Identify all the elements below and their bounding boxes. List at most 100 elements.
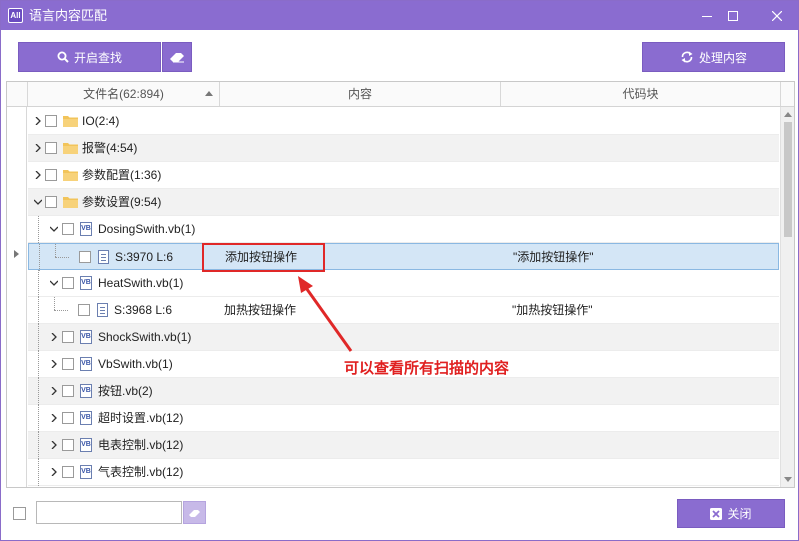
row-indicator-column [7, 107, 27, 487]
column-header-filename[interactable]: 文件名(62:894) [28, 82, 220, 106]
table-row[interactable]: VB 电表控制.vb(12) [28, 432, 779, 459]
table-row-selected[interactable]: S:3970 L:6 添加按钮操作 "添加按钮操作" [28, 243, 779, 271]
maximize-icon [728, 10, 738, 21]
window-title: 语言内容匹配 [29, 8, 108, 23]
row-name: IO(2:4) [82, 114, 120, 128]
column-header-codeblock-label: 代码块 [622, 87, 659, 101]
grid-header: 文件名(62:894) 内容 代码块 [7, 82, 794, 107]
row-checkbox[interactable] [62, 385, 74, 397]
chevron-right-icon[interactable] [50, 387, 58, 395]
process-content-button[interactable]: 处理内容 [642, 42, 785, 72]
chevron-right-icon[interactable] [34, 144, 42, 152]
row-checkbox[interactable] [62, 223, 74, 235]
tree-line [38, 378, 39, 405]
code-block-icon [97, 303, 108, 317]
row-checkbox[interactable] [62, 277, 74, 289]
maximize-button[interactable] [715, 1, 751, 30]
folder-icon [63, 116, 78, 127]
eraser-icon [170, 53, 184, 63]
row-name: 报警(4:54) [82, 141, 138, 155]
row-name: ShockSwith.vb(1) [98, 330, 192, 344]
chevron-right-icon[interactable] [50, 360, 58, 368]
chevron-down-icon[interactable] [50, 225, 58, 233]
row-checkbox[interactable] [45, 142, 57, 154]
minimize-icon [702, 15, 712, 17]
eraser-icon [189, 509, 200, 517]
chevron-down-icon[interactable] [50, 279, 58, 287]
scroll-thumb[interactable] [784, 122, 792, 237]
tree-line [38, 459, 39, 486]
row-checkbox[interactable] [62, 331, 74, 343]
scroll-up-icon[interactable] [784, 112, 792, 117]
row-checkbox[interactable] [45, 169, 57, 181]
row-name: 电表控制.vb(12) [98, 438, 184, 452]
close-window-button[interactable] [759, 1, 795, 30]
row-checkbox[interactable] [78, 304, 90, 316]
annotation-text: 可以查看所有扫描的内容 [344, 360, 510, 377]
row-checkbox[interactable] [62, 412, 74, 424]
close-button[interactable]: 关闭 [677, 499, 785, 528]
row-name: 按钮.vb(2) [98, 384, 153, 398]
table-row[interactable]: VB 气表控制.vb(12) [28, 459, 779, 486]
close-button-label: 关闭 [727, 507, 752, 521]
start-search-button[interactable]: 开启查找 [18, 42, 161, 72]
row-name: S:3968 L:6 [114, 303, 173, 317]
folder-icon [63, 170, 78, 181]
row-checkbox[interactable] [62, 439, 74, 451]
chevron-right-icon[interactable] [34, 171, 42, 179]
table-row[interactable]: 参数配置(1:36) [28, 162, 779, 189]
vb-file-icon: VB [80, 276, 92, 290]
grid-rows: IO(2:4) 报警(4:54) 参数配置(1:36) 参数设置(9:54) V… [28, 108, 779, 487]
vb-file-icon: VB [80, 465, 92, 479]
title-bar[interactable]: All 语言内容匹配 [1, 1, 798, 30]
table-row[interactable]: IO(2:4) [28, 108, 779, 135]
result-grid: 文件名(62:894) 内容 代码块 IO(2:4) 报警(4:54) 参数配置… [6, 81, 795, 488]
tree-line [38, 432, 39, 459]
row-name: 超时设置.vb(12) [98, 411, 184, 425]
row-checkbox[interactable] [45, 115, 57, 127]
table-row[interactable]: VB HeatSwith.vb(1) [28, 270, 779, 297]
chevron-right-icon[interactable] [50, 441, 58, 449]
table-row[interactable]: VB DosingSwith.vb(1) [28, 216, 779, 243]
chevron-right-icon[interactable] [50, 414, 58, 422]
close-icon [710, 507, 723, 520]
row-name: DosingSwith.vb(1) [98, 222, 196, 236]
tree-line [38, 405, 39, 432]
vertical-scrollbar[interactable] [780, 107, 794, 487]
tree-line [38, 324, 39, 351]
start-search-label: 开启查找 [73, 50, 122, 65]
row-checkbox[interactable] [45, 196, 57, 208]
row-name: 参数配置(1:36) [82, 168, 162, 182]
filter-input[interactable] [36, 501, 182, 524]
row-code: "加热按钮操作" [512, 303, 593, 317]
filter-clear-button[interactable] [183, 501, 206, 524]
table-row[interactable]: VB 按钮.vb(2) [28, 378, 779, 405]
tree-line [54, 297, 55, 310]
row-name: 参数设置(9:54) [82, 195, 162, 209]
table-row[interactable]: VB 超时设置.vb(12) [28, 405, 779, 432]
row-checkbox[interactable] [62, 358, 74, 370]
row-checkbox[interactable] [62, 466, 74, 478]
vb-file-icon: VB [80, 438, 92, 452]
folder-icon [63, 197, 78, 208]
table-row[interactable]: S:3968 L:6 加热按钮操作 "加热按钮操作" [28, 297, 779, 324]
chevron-right-icon[interactable] [50, 468, 58, 476]
close-icon [772, 10, 782, 21]
table-row[interactable]: 参数设置(9:54) [28, 189, 779, 216]
table-row[interactable]: VB ShockSwith.vb(1) [28, 324, 779, 351]
column-header-codeblock[interactable]: 代码块 [501, 82, 781, 106]
row-name: HeatSwith.vb(1) [98, 276, 184, 290]
scroll-down-icon[interactable] [784, 477, 792, 482]
tree-line [38, 351, 39, 378]
column-header-content[interactable]: 内容 [220, 82, 501, 106]
chevron-right-icon[interactable] [50, 333, 58, 341]
select-all-checkbox[interactable] [13, 507, 26, 520]
process-content-label: 处理内容 [698, 50, 747, 65]
folder-icon [63, 143, 78, 154]
vb-file-icon: VB [80, 222, 92, 236]
clear-button[interactable] [162, 42, 192, 72]
table-row[interactable]: 报警(4:54) [28, 135, 779, 162]
chevron-right-icon[interactable] [34, 117, 42, 125]
chevron-down-icon[interactable] [34, 198, 42, 206]
row-checkbox[interactable] [79, 251, 91, 263]
